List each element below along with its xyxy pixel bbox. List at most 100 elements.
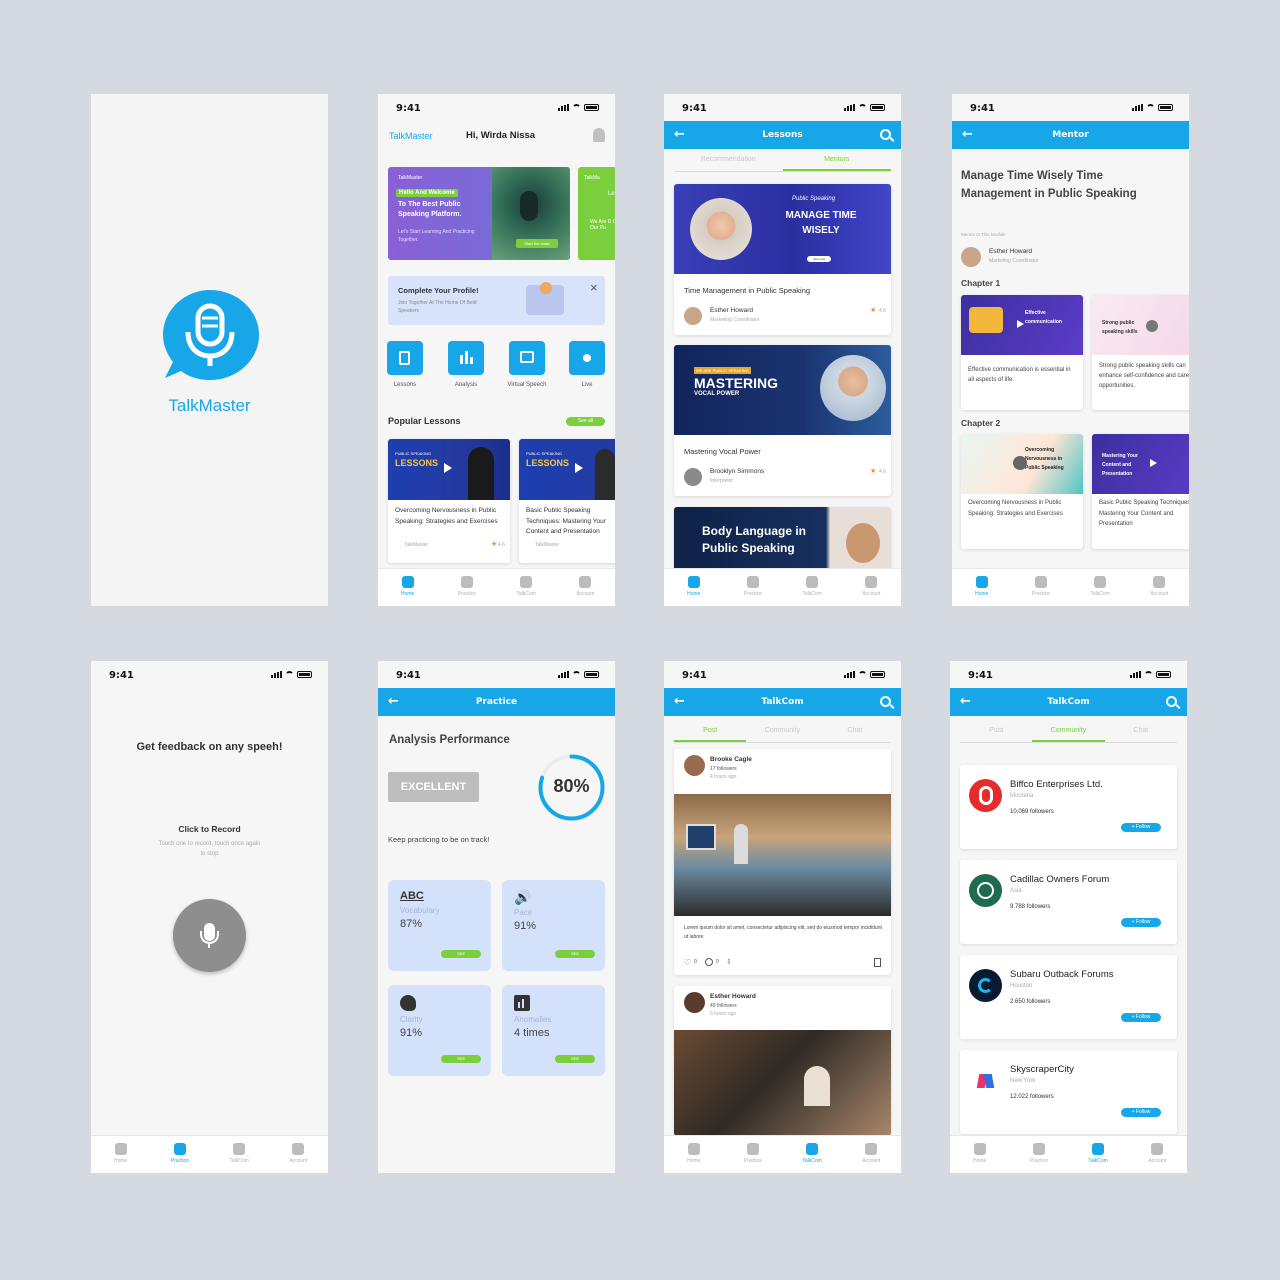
chapter-card[interactable]: Overcoming Nervousness in Public Speakin… [961, 434, 1083, 549]
home-icon [687, 1143, 700, 1155]
tab-account[interactable]: Account [1128, 1136, 1187, 1173]
complete-profile-card[interactable]: Complete Your Profile! Join Together At … [388, 276, 605, 325]
back-arrow-icon[interactable]: ← [674, 688, 685, 716]
post-card[interactable]: Esther Howard 49 followers 5 hours ago [674, 986, 891, 1136]
tab-talkcom[interactable]: TalkCom [210, 1136, 269, 1173]
share-icon[interactable]: ⇩ [726, 958, 732, 966]
close-icon[interactable]: × [590, 280, 598, 295]
chapter-card[interactable]: Effective communication Effective commun… [961, 295, 1083, 410]
follow-button[interactable]: + Follow [1121, 1013, 1161, 1022]
quick-analysis[interactable]: Analysis [448, 341, 484, 388]
search-icon[interactable] [1166, 696, 1177, 707]
tab-talkcom[interactable]: TalkCom [1069, 1136, 1128, 1173]
heart-icon[interactable]: ♡ [684, 958, 691, 967]
start-class-button[interactable]: Start the class [516, 239, 558, 248]
play-icon[interactable] [1150, 459, 1157, 467]
chapter-card[interactable]: Mastering Your Content and Presentation … [1092, 434, 1189, 549]
brand-label: TalkMaster [389, 131, 433, 141]
post-card[interactable]: Brooke Cagle 17 followers 4 hours ago Lo… [674, 749, 891, 975]
lesson-card[interactable]: PUBLIC SPEAKING LESSONS Basic Public Spe… [519, 439, 615, 563]
tab-bar: Home Practice TalkCom Account [950, 1135, 1187, 1173]
metric-tile-clarity[interactable]: Clarity 91% SEE [388, 985, 491, 1076]
search-icon[interactable] [880, 129, 891, 140]
community-item[interactable]: Cadillac Owners Forum Asia 9.788 followe… [960, 860, 1177, 944]
back-arrow-icon[interactable]: ← [388, 688, 399, 716]
tab-talkcom[interactable]: TalkCom [497, 569, 556, 606]
tab-home[interactable]: Home [91, 1136, 150, 1173]
tab-practice[interactable]: Practice [150, 1136, 209, 1173]
thumb-small-text: WE ARE PUBLIC SPEAKING [694, 367, 751, 374]
tab-community[interactable]: Community [1032, 727, 1105, 742]
play-icon[interactable] [1146, 320, 1158, 332]
tab-account[interactable]: Account [269, 1136, 328, 1173]
see-button[interactable]: SEE [441, 950, 481, 958]
bell-icon[interactable] [593, 128, 605, 142]
lesson-card[interactable]: Public Speaking MANAGE TIME WISELY Join … [674, 184, 891, 335]
tab-account[interactable]: Account [1130, 569, 1189, 606]
community-item[interactable]: SkyscraperCity New York 12.022 followers… [960, 1050, 1177, 1134]
quick-virtual-speech[interactable]: Virtual Speech [501, 341, 553, 388]
tab-talkcom[interactable]: TalkCom [783, 569, 842, 606]
play-icon[interactable] [1013, 456, 1027, 470]
follow-button[interactable]: + Follow [1121, 1108, 1161, 1117]
record-button[interactable] [173, 899, 246, 972]
lesson-card[interactable]: PUBLIC SPEAKING LESSONS Overcoming Nervo… [388, 439, 510, 563]
tab-community[interactable]: Community [746, 727, 818, 742]
tab-chat[interactable]: Chat [819, 727, 891, 742]
comment-icon[interactable] [705, 958, 713, 966]
tab-account[interactable]: Account [842, 569, 901, 606]
user-icon [1153, 576, 1166, 588]
second-banner[interactable]: TalkMa Le We Are D Of Our Pu [578, 167, 615, 260]
lesson-thumb-title: LESSONS [395, 458, 439, 468]
welcome-banner[interactable]: TalkMaster Hello And Welcome To The Best… [388, 167, 570, 260]
tab-practice[interactable]: Practice [723, 569, 782, 606]
community-item[interactable]: Subaru Outback Forums Houston 2.650 foll… [960, 955, 1177, 1039]
tab-mentors[interactable]: Mentors [782, 156, 891, 171]
play-icon[interactable] [444, 463, 452, 473]
tab-recommendation[interactable]: Recommendation [674, 156, 783, 171]
back-arrow-icon[interactable]: ← [962, 121, 973, 149]
tab-practice[interactable]: Practice [437, 569, 496, 606]
quick-lessons[interactable]: Lessons [387, 341, 423, 388]
tab-account[interactable]: Account [556, 569, 615, 606]
metric-label: Vocabulary [400, 906, 440, 915]
chat-icon [806, 1143, 819, 1155]
see-all-button[interactable]: See all [566, 417, 605, 426]
see-button[interactable]: SEE [555, 950, 595, 958]
play-icon[interactable] [1017, 320, 1024, 328]
tab-home[interactable]: Home [664, 1136, 723, 1173]
see-button[interactable]: SEE [441, 1055, 481, 1063]
tab-post[interactable]: Post [960, 727, 1032, 742]
tab-talkcom[interactable]: TalkCom [1071, 569, 1130, 606]
see-button[interactable]: SEE [555, 1055, 595, 1063]
community-item[interactable]: Biffco Enterprises Ltd. Montana 10.069 f… [960, 765, 1177, 849]
tab-practice[interactable]: Practice [723, 1136, 782, 1173]
lesson-card[interactable]: WE ARE PUBLIC SPEAKING MASTERING VOCAL P… [674, 345, 891, 496]
tab-post[interactable]: Post [674, 727, 747, 742]
metric-tile-pace[interactable]: 🔊 Pace 91% SEE [502, 880, 605, 971]
metric-tile-anomalies[interactable]: Anomalies 4 times SEE [502, 985, 605, 1076]
play-icon[interactable] [575, 463, 583, 473]
back-arrow-icon[interactable]: ← [674, 121, 685, 149]
chapter-card[interactable]: Strong public speaking skills Strong pub… [1092, 295, 1189, 410]
follow-button[interactable]: + Follow [1121, 823, 1161, 832]
bookmark-icon[interactable] [874, 958, 881, 967]
back-arrow-icon[interactable]: ← [960, 688, 971, 716]
search-icon[interactable] [880, 696, 891, 707]
quick-live[interactable]: Live [569, 341, 605, 388]
lesson-card[interactable]: Body Language in Public Speaking [674, 507, 891, 577]
tab-account[interactable]: Account [842, 1136, 901, 1173]
tab-practice[interactable]: Practice [1009, 1136, 1068, 1173]
tab-practice[interactable]: Practice [1011, 569, 1070, 606]
presentation-icon [509, 341, 545, 375]
tab-home[interactable]: Home [378, 569, 437, 606]
home-screen: 9:41 TalkMaster Hi, Wirda Nissa TalkMast… [378, 94, 615, 606]
tab-home[interactable]: Home [952, 569, 1011, 606]
tab-home[interactable]: Home [950, 1136, 1009, 1173]
tab-home[interactable]: Home [664, 569, 723, 606]
tab-chat[interactable]: Chat [1105, 727, 1177, 742]
metric-tile-vocabulary[interactable]: ABC Vocabulary 87% SEE [388, 880, 491, 971]
follow-button[interactable]: + Follow [1121, 918, 1161, 927]
tab-talkcom[interactable]: TalkCom [783, 1136, 842, 1173]
join-now-button[interactable]: Join now [807, 256, 831, 262]
